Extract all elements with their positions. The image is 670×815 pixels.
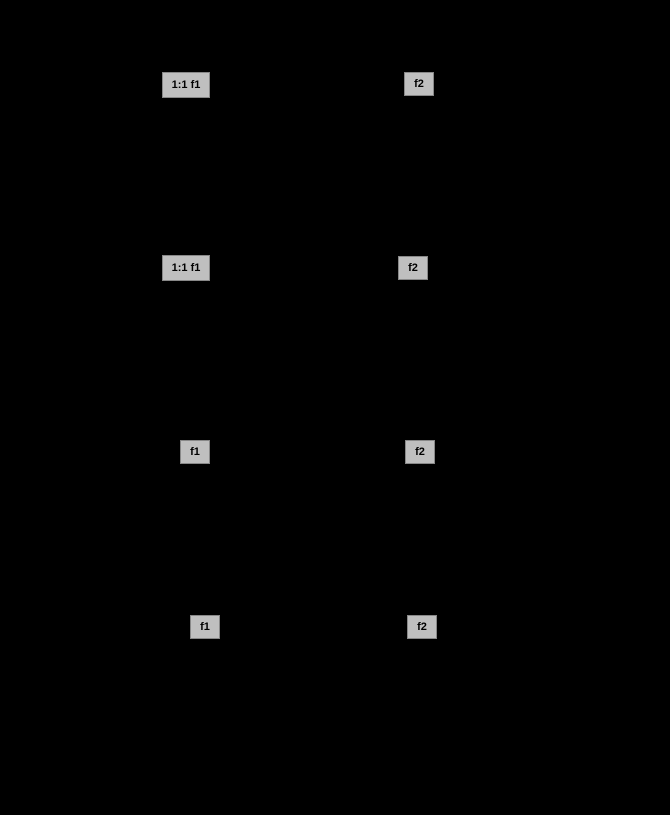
label-r0-left: 1:1 f1 xyxy=(162,72,210,98)
label-r1-left: 1:1 f1 xyxy=(162,255,210,281)
label-r3-right: f2 xyxy=(407,615,437,639)
label-r2-right: f2 xyxy=(405,440,435,464)
label-r2-left: f1 xyxy=(180,440,210,464)
label-r3-left: f1 xyxy=(190,615,220,639)
label-r0-right: f2 xyxy=(404,72,434,96)
label-r1-right: f2 xyxy=(398,256,428,280)
